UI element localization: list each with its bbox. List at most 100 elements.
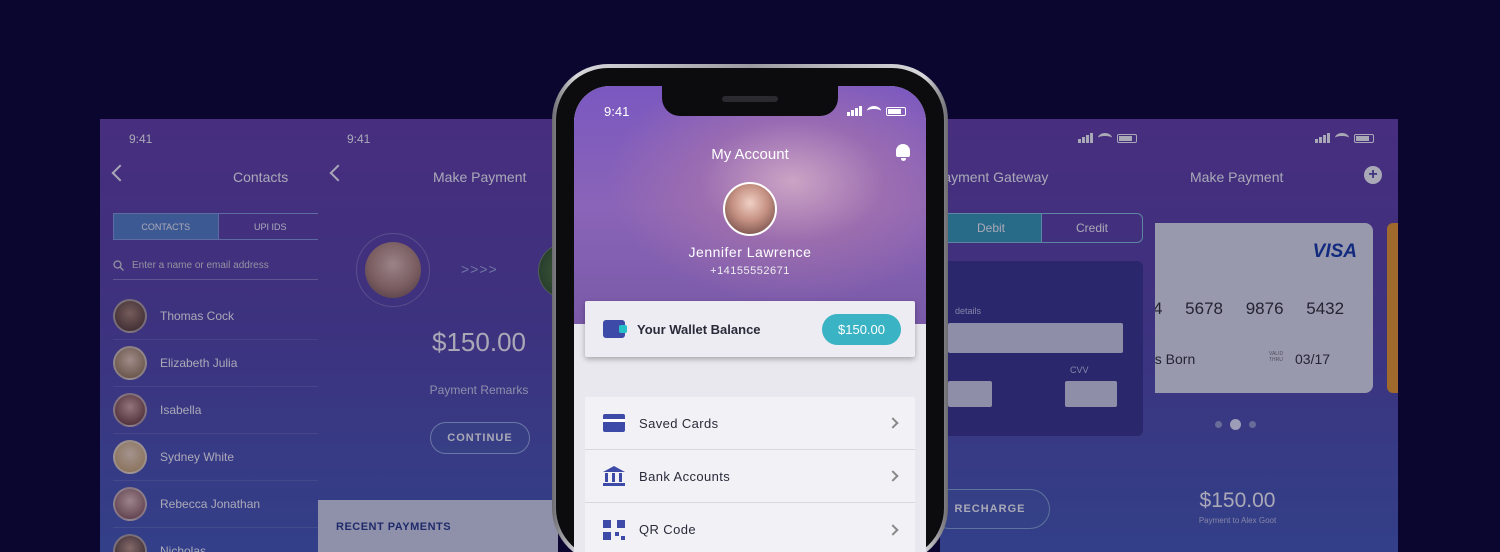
chevron-right-icon [887,470,899,482]
contact-name: Thomas Cock [160,309,235,323]
signal-icon [847,106,862,116]
list-item[interactable]: Elizabeth Julia [113,340,318,387]
payment-recipient: Payment to Alex Goot [1198,516,1277,525]
back-arrow-icon[interactable] [111,164,129,182]
status-time: 9:41 [347,132,371,146]
menu-item-saved-cards[interactable]: Saved Cards [585,397,915,450]
phone-notch [662,86,838,116]
contact-name: Sydney White [160,450,235,464]
avatar [113,393,147,427]
contact-name: Isabella [160,403,202,417]
avatar[interactable] [723,182,777,236]
account-menu: Saved Cards Bank Accounts QR Code [585,397,915,552]
page-title: Make Payment [1190,169,1284,185]
status-icons [847,106,906,116]
status-icons [1078,133,1137,143]
contact-name: Elizabeth Julia [160,356,238,370]
avatar [113,534,147,552]
battery-icon [1117,133,1137,143]
user-phone: +14155552671 [710,265,790,277]
card-holder: es Born [1155,351,1196,367]
valid-thru-label: VALID THRU [1269,351,1284,363]
payment-amount: $150.00 [432,327,526,357]
menu-item-qr-code[interactable]: QR Code [585,503,915,552]
list-item[interactable]: Nicholas [113,528,318,552]
status-icons [1315,133,1374,143]
payment-remarks-field[interactable]: Payment Remarks [318,383,558,397]
status-time: 9:41 [604,104,630,119]
phone-mockup: 9:41 My Account Jennifer Lawrence +14155… [552,64,948,552]
expiry-input[interactable] [948,381,992,407]
page-title: Payment Gateway [940,169,1049,185]
wifi-icon [867,106,881,116]
page-title: My Account [711,146,789,163]
tab-credit[interactable]: Credit [1041,214,1142,242]
battery-icon [886,106,906,116]
credit-card-icon [603,414,625,432]
wallet-icon [603,320,627,338]
menu-item-label: QR Code [639,522,696,537]
bell-icon[interactable] [896,144,910,161]
card-expiry: 03/17 [1295,351,1331,367]
card-number: 4 5678 9876 5432 [1155,299,1345,318]
battery-icon [1354,133,1374,143]
search-field[interactable]: Enter a name or email address [113,252,318,280]
carousel-dot[interactable] [1249,421,1256,428]
payment-amount: $150.00 [1199,489,1276,512]
wifi-icon [1335,133,1349,143]
recent-payments-section: RECENT PAYMENTS [318,500,558,552]
card-type-toggle: Debit Credit [940,213,1143,243]
wallet-amount-badge: $150.00 [822,313,901,345]
search-placeholder: Enter a name or email address [132,260,269,271]
qr-code-icon [603,519,625,540]
recharge-button[interactable]: RECHARGE [940,489,1050,529]
recent-payments-heading: RECENT PAYMENTS [336,521,452,533]
contacts-segmented-control: CONTACTS UPI IDS [113,213,318,240]
menu-item-label: Saved Cards [639,415,719,431]
list-item[interactable]: Thomas Cock [113,293,318,340]
make-payment-screen: 9:41 Make Payment >>>> $150.00 Payment R… [318,119,558,552]
payment-gateway-screen: Payment Gateway Debit Credit details CVV… [940,119,1155,552]
back-arrow-icon[interactable] [329,164,347,182]
visa-logo: VISA [1312,241,1357,262]
wifi-icon [1098,133,1112,143]
add-card-icon[interactable]: + [1364,166,1382,184]
user-name: Jennifer Lawrence [688,244,812,260]
chevron-right-icon [887,523,899,536]
list-item[interactable]: Isabella [113,387,318,434]
contacts-screen: 9:41 Contacts CONTACTS UPI IDS Enter a n… [100,119,318,552]
contact-name: Rebecca Jonathan [160,497,261,511]
cvv-input[interactable] [1065,381,1117,407]
tab-upi-ids[interactable]: UPI IDS [217,214,319,239]
bank-icon [603,466,625,486]
avatar [113,440,147,474]
tab-debit[interactable]: Debit [941,214,1041,242]
list-item[interactable]: Rebecca Jonathan [113,481,318,528]
carousel-dot[interactable] [1215,421,1222,428]
search-icon [113,260,124,271]
avatar [113,299,147,333]
details-label: details [955,306,982,316]
chevron-right-icon [887,417,899,429]
list-item[interactable]: Sydney White [113,434,318,481]
menu-item-label: Bank Accounts [639,468,731,484]
card-payment-screen: Make Payment + VISA 4 5678 9876 5432 es … [1155,119,1398,552]
my-account-screen: 9:41 My Account Jennifer Lawrence +14155… [574,86,926,552]
card-number-input[interactable] [948,323,1123,353]
page-title: Make Payment [433,169,527,185]
continue-button[interactable]: CONTINUE [430,422,530,454]
carousel-dot-active[interactable] [1230,419,1241,430]
transfer-arrows-icon: >>>> [461,261,498,277]
avatar [113,346,147,380]
cvv-label: CVV [1070,365,1089,375]
wallet-balance-card[interactable]: Your Wallet Balance $150.00 [585,301,915,357]
menu-item-bank-accounts[interactable]: Bank Accounts [585,450,915,503]
signal-icon [1315,133,1330,143]
signal-icon [1078,133,1093,143]
carousel-dots [1215,419,1256,430]
tab-contacts[interactable]: CONTACTS [114,214,218,239]
contact-name: Nicholas [160,544,207,552]
credit-card[interactable]: VISA 4 5678 9876 5432 es Born VALID THRU… [1155,223,1373,393]
avatar [113,487,147,521]
next-card[interactable] [1387,223,1398,393]
